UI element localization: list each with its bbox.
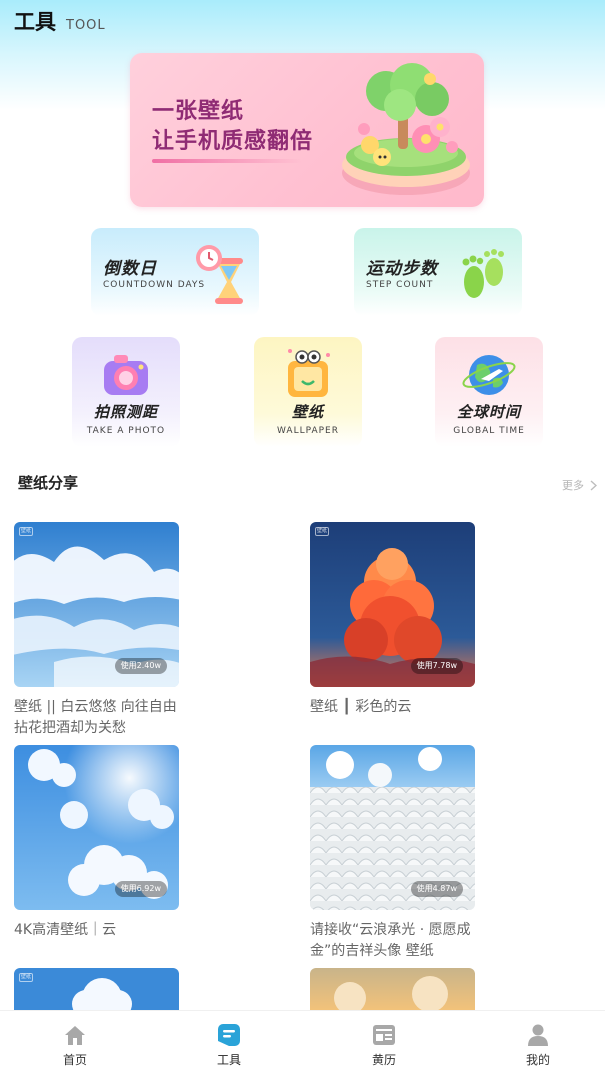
wallpaper-subtitle: WALLPAPER: [277, 426, 339, 436]
wallpaper-share-heading: 壁纸分享: [18, 474, 79, 492]
countdown-title: 倒数日: [103, 259, 157, 279]
step-count-subtitle: STEP COUNT: [366, 280, 434, 290]
wallpaper-caption[interactable]: 壁纸 ┃ 彩色的云: [310, 697, 485, 718]
wallpaper-title: 壁纸: [291, 403, 324, 421]
globe-plane-icon: [462, 355, 516, 395]
take-photo-subtitle: TAKE A PHOTO: [86, 426, 166, 436]
usage-badge: 使用6.92w: [114, 881, 167, 897]
nav-almanac-label: 黄历: [371, 1053, 396, 1067]
nav-home[interactable]: 首页: [35, 1011, 115, 1076]
wallpaper-image: [14, 968, 179, 1010]
banner-line-1: 一张壁纸: [152, 99, 245, 124]
usage-badge: 使用2.40w: [114, 658, 167, 674]
global-time-subtitle: GLOBAL TIME: [453, 426, 525, 436]
wallpaper-thumbnail-white-clouds[interactable]: 壁纸 使用2.40w: [14, 522, 179, 687]
wallpaper-caption[interactable]: 壁纸 || 白云悠悠 向往自由 拈花把酒却为关愁: [14, 697, 189, 739]
take-photo-title: 拍照测距: [93, 403, 158, 421]
global-time-card[interactable]: 全球时间 GLOBAL TIME: [435, 337, 543, 447]
nav-almanac[interactable]: 黄历: [344, 1011, 424, 1076]
wallpaper-caption[interactable]: 4K高清壁纸｜云: [14, 920, 189, 941]
nav-tools-label: 工具: [216, 1053, 241, 1067]
page-subtitle: TOOL: [66, 18, 106, 33]
wallpaper-card[interactable]: 壁纸 WALLPAPER: [254, 337, 362, 447]
hourglass-clock-icon: [196, 245, 243, 304]
wallpaper-robot-icon: [288, 349, 330, 397]
nav-profile[interactable]: 我的: [498, 1011, 578, 1076]
home-icon: [65, 1026, 85, 1045]
usage-badge: 使用4.87w: [410, 881, 463, 897]
wallpaper-tag: 壁纸: [315, 527, 329, 536]
more-link[interactable]: 更多: [562, 477, 597, 493]
wallpaper-tag: 壁纸: [19, 973, 33, 982]
global-time-title: 全球时间: [456, 403, 521, 421]
page-header: 工具 TOOL: [14, 6, 106, 38]
camera-icon: [104, 355, 148, 395]
step-count-card[interactable]: 运动步数 STEP COUNT: [354, 228, 522, 316]
flower-island-illustration: [342, 63, 470, 195]
wallpaper-thumbnail-partial[interactable]: [310, 968, 475, 1010]
tools-icon: [218, 1024, 240, 1046]
page-title: 工具: [14, 10, 56, 34]
almanac-icon: [373, 1025, 395, 1045]
nav-profile-label: 我的: [525, 1053, 550, 1067]
wallpaper-caption[interactable]: 请接收“云浪承光 · 愿愿成金”的吉祥头像 壁纸: [310, 920, 485, 962]
countdown-days-card[interactable]: 倒数日 COUNTDOWN DAYS: [91, 228, 259, 316]
step-count-title: 运动步数: [366, 259, 438, 279]
take-photo-card[interactable]: 拍照测距 TAKE A PHOTO: [72, 337, 180, 447]
footprints-icon: [462, 249, 504, 298]
more-label: 更多: [562, 479, 584, 492]
wallpaper-thumbnail-partial[interactable]: 壁纸: [14, 968, 179, 1010]
banner-line-2: 让手机质感翻倍: [152, 129, 314, 154]
nav-home-label: 首页: [62, 1053, 87, 1067]
wallpaper-thumbnail-colorful-cloud[interactable]: 壁纸 使用7.78w: [310, 522, 475, 687]
wallpaper-thumbnail-4k-clouds[interactable]: 使用6.92w: [14, 745, 179, 910]
wallpaper-image: [310, 968, 475, 1010]
banner-underline: [152, 159, 302, 163]
usage-badge: 使用7.78w: [410, 658, 463, 674]
wallpaper-thumbnail-cloud-waves[interactable]: 使用4.87w: [310, 745, 475, 910]
profile-icon: [528, 1024, 548, 1046]
wallpaper-tag: 壁纸: [19, 527, 33, 536]
chevron-right-icon: [590, 479, 597, 491]
nav-tools[interactable]: 工具: [189, 1011, 269, 1076]
wallpaper-promo-banner[interactable]: 一张壁纸 让手机质感翻倍: [130, 53, 484, 207]
bottom-navigation: 首页 工具 黄历 我的: [0, 1010, 605, 1076]
